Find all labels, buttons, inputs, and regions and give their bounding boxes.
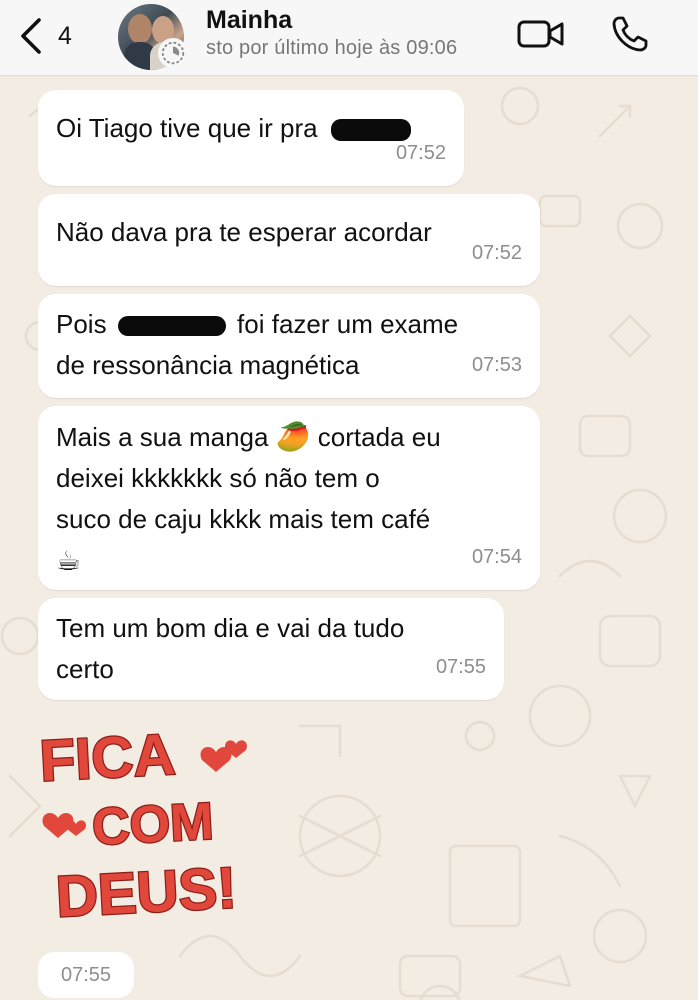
message-time: 07:52	[471, 242, 522, 264]
message-bubble[interactable]: Pois foi fazer um exame de ressonância m…	[38, 294, 540, 398]
message-time: 07:53	[471, 354, 522, 376]
message-text: suco de caju kkkk mais tem café	[56, 504, 431, 534]
redaction-mark	[117, 316, 226, 337]
message-time: 07:52	[395, 142, 446, 164]
chevron-left-icon	[21, 18, 41, 54]
phone-call-icon[interactable]	[610, 14, 650, 54]
chat-screen: 4 Mainha sto por último hoje às 09:06 Oi…	[0, 0, 698, 1000]
message-text: Mais a sua manga	[56, 422, 269, 452]
message-time: 07:55	[435, 656, 486, 678]
mango-emoji: 🥭	[275, 421, 311, 452]
message-text: certo	[56, 654, 114, 684]
coffee-emoji: ☕	[56, 545, 82, 576]
message-text: cortada eu	[317, 422, 441, 452]
message-list[interactable]: Oi Tiago tive que ir pra 07:52 Não dava …	[0, 76, 698, 1000]
message-text: Tem um bom dia e vai da tudo	[56, 613, 405, 643]
sticker-word: DEUS!	[54, 855, 238, 929]
disappearing-timer-icon	[158, 38, 188, 68]
last-seen-status: sto por último hoje às 09:06	[206, 37, 458, 59]
message-text: Pois	[56, 309, 107, 339]
message-text: Não dava pra te esperar acordar	[56, 217, 432, 247]
message-bubble[interactable]: Mais a sua manga 🥭 cortada eu deixei kkk…	[38, 406, 540, 590]
chat-header: 4 Mainha sto por último hoje às 09:06	[0, 0, 698, 76]
message-text: de ressonância magnética	[56, 350, 360, 380]
message-text: Oi Tiago tive que ir pra	[56, 113, 318, 143]
back-button[interactable]: 4	[18, 16, 72, 56]
video-call-icon[interactable]	[516, 16, 566, 52]
contact-name: Mainha	[206, 6, 293, 34]
message-bubble[interactable]: Oi Tiago tive que ir pra 07:52	[38, 90, 464, 186]
message-text: foi fazer um exame	[237, 309, 459, 339]
message-text: deixei kkkkkkk só não tem o	[56, 463, 380, 493]
message-bubble[interactable]: Não dava pra te esperar acordar 07:52	[38, 194, 540, 286]
unread-count: 4	[58, 21, 72, 50]
contact-info[interactable]: Mainha sto por último hoje às 09:06	[206, 6, 457, 60]
sticker-word: COM	[91, 793, 215, 857]
sticker-word: FICA	[38, 722, 177, 794]
message-time: 07:55	[38, 952, 134, 998]
message-bubble[interactable]: Tem um bom dia e vai da tudo certo 07:55	[38, 598, 504, 700]
message-time: 07:54	[471, 546, 522, 568]
fica-com-deus-sticker[interactable]: FICA COM DEUS!	[36, 722, 280, 932]
